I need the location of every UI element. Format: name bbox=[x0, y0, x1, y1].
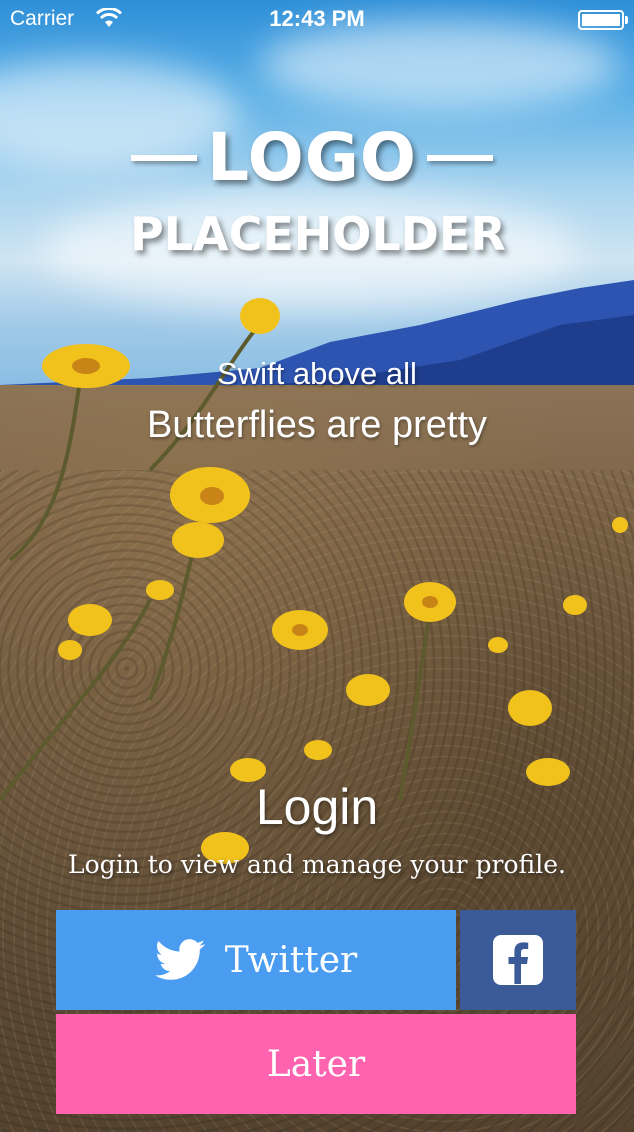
tagline-secondary: Butterflies are pretty bbox=[146, 404, 488, 446]
logo-dash-left bbox=[130, 155, 197, 161]
logo-dash-right bbox=[427, 155, 494, 161]
facebook-icon bbox=[493, 935, 543, 985]
later-label: Later bbox=[266, 1043, 366, 1085]
logo-placeholder-text: PLACEHOLDER bbox=[130, 207, 506, 261]
twitter-bird-icon bbox=[154, 939, 205, 980]
login-subtitle: Login to view and manage your profile. bbox=[68, 850, 566, 879]
clock: 12:43 PM bbox=[269, 6, 365, 31]
twitter-login-button[interactable]: Twitter bbox=[56, 910, 456, 1010]
battery-icon bbox=[578, 10, 624, 30]
login-title: Login bbox=[255, 779, 379, 835]
twitter-label: Twitter bbox=[224, 939, 358, 981]
tagline-primary: Swift above all bbox=[217, 356, 417, 391]
logo-top-row: LOGO bbox=[130, 120, 494, 196]
facebook-login-button[interactable] bbox=[460, 910, 576, 1010]
status-bar: Carrier 12:43 PM bbox=[0, 0, 634, 40]
logo-word: LOGO bbox=[206, 119, 418, 196]
later-button[interactable]: Later bbox=[56, 1014, 576, 1114]
logo: LOGO PLACEHOLDER bbox=[130, 120, 506, 270]
battery-tip bbox=[625, 16, 628, 24]
